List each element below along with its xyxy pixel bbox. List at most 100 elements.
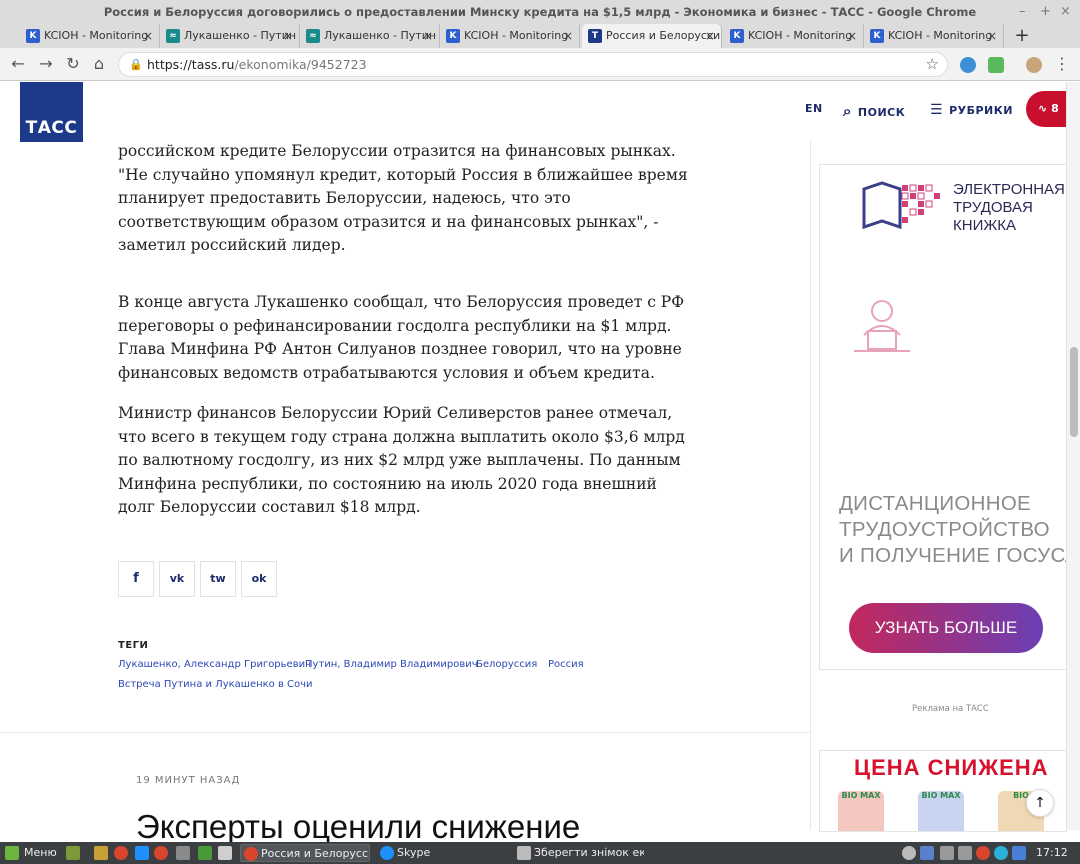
tag-link[interactable]: Россия (548, 659, 584, 670)
tab-kcioh-1[interactable]: K KCIOH - Monitoring × (20, 24, 160, 48)
chrome-icon (244, 847, 258, 861)
search-link[interactable]: ⌕ ПОИСК (843, 102, 905, 120)
tag-link[interactable]: Лукашенко, Александр Григорьевич (118, 659, 311, 670)
tab-kcioh-2[interactable]: K KCIOH - Monitoring × (440, 24, 580, 48)
ad-banner-2[interactable]: ЦЕНА СНИЖЕНА BIO MAX BIO MAX BIO (819, 750, 1067, 832)
menu-kebab-icon[interactable]: ⋮ (1052, 54, 1072, 74)
hamburger-icon: ☰ (930, 102, 944, 118)
address-bar[interactable]: 🔒 https://tass.ru/ekonomika/9452723 ☆ (118, 52, 948, 77)
share-ok-button[interactable]: ok (241, 561, 277, 597)
forward-icon[interactable]: → (36, 54, 56, 74)
tab-lukashenko-2[interactable]: ≈ Лукашенко - Путин × (300, 24, 440, 48)
next-news-title[interactable]: Эксперты оценили снижение (136, 808, 580, 846)
ad-caption: Реклама на ТАСС (912, 704, 989, 714)
article-paragraph: Министр финансов Белоруссии Юрий Селивер… (118, 404, 685, 516)
skype-icon (380, 846, 394, 860)
ad-learn-more-button[interactable]: УЗНАТЬ БОЛЬШЕ (849, 603, 1043, 653)
ad-body-line: ТРУДОУСТРОЙСТВО (839, 518, 1050, 541)
kcioh-favicon-icon: K (26, 29, 40, 43)
maximize-button[interactable]: + (1040, 0, 1051, 24)
product-image: BIO MAX (918, 791, 964, 831)
back-icon[interactable]: ← (8, 54, 28, 74)
extension-icon[interactable] (960, 57, 976, 73)
tab-label: KCIOH - Monitoring (888, 29, 993, 42)
chrome-tray-icon[interactable] (976, 846, 990, 860)
chrome-launcher-icon[interactable] (114, 846, 128, 860)
new-tab-button[interactable]: + (1012, 24, 1032, 48)
page-scrollbar[interactable] (1066, 82, 1080, 830)
facebook-icon: f (133, 571, 139, 586)
book-pixel-icon (862, 181, 940, 230)
clock[interactable]: 17:12 (1030, 844, 1068, 862)
volume-icon[interactable] (958, 846, 972, 860)
tab-close-icon[interactable]: × (987, 24, 997, 48)
ad-banner[interactable]: ЭЛЕКТРОННАЯ ТРУДОВАЯ КНИЖКА ДИСТАНЦИОННО… (819, 164, 1080, 670)
url-path: /ekonomika/9452723 (234, 57, 367, 72)
home-icon[interactable]: ⌂ (89, 54, 109, 74)
lock-icon: 🔒 (129, 58, 143, 71)
share-vk-button[interactable]: vk (159, 561, 195, 597)
share-twitter-button[interactable]: tw (200, 561, 236, 597)
network-icon[interactable] (940, 846, 954, 860)
lang-switch[interactable]: EN (805, 102, 823, 115)
article-paragraph: российском кредите Белоруссии отразится … (118, 142, 688, 254)
tab-close-icon[interactable]: × (143, 24, 153, 48)
close-window-button[interactable]: × (1060, 0, 1071, 24)
ad-title: ЭЛЕКТРОННАЯ ТРУДОВАЯ КНИЖКА (953, 181, 1065, 235)
tray-icon[interactable] (994, 846, 1008, 860)
user-icon[interactable] (902, 846, 916, 860)
live-feed-button[interactable]: ∿ 8 (1026, 91, 1070, 127)
profile-avatar[interactable] (1026, 57, 1042, 73)
ad-title-line: ЭЛЕКТРОННАЯ (953, 181, 1065, 198)
skype-launcher-icon[interactable] (135, 846, 149, 860)
tab-close-icon[interactable]: × (705, 24, 715, 48)
terminal-launcher-icon[interactable] (198, 846, 212, 860)
tass-logo[interactable]: ТАСС (20, 82, 83, 142)
taskbar-window-label: Зберегти знімок ек... (534, 846, 644, 859)
window-title: Россия и Белоруссия договорились о предо… (103, 5, 977, 19)
window-titlebar: Россия и Белоруссия договорились о предо… (0, 0, 1080, 24)
tab-tass-active[interactable]: T Россия и Белоруссия × (582, 24, 722, 48)
scrollbar-thumb[interactable] (1070, 347, 1078, 437)
search-label: ПОИСК (857, 106, 906, 119)
reload-icon[interactable]: ↻ (63, 54, 83, 74)
tags-heading: ТЕГИ (118, 640, 149, 651)
vk-icon: vk (169, 572, 185, 585)
taskbar-window-chrome[interactable]: Россия и Белорусс... (240, 844, 370, 862)
tab-close-icon[interactable]: × (423, 24, 433, 48)
files-launcher-icon[interactable] (176, 846, 190, 860)
tag-link[interactable]: Белоруссия (476, 659, 537, 670)
minimize-button[interactable]: – (1019, 0, 1026, 24)
tab-lukashenko-1[interactable]: ≈ Лукашенко - Путин × (160, 24, 300, 48)
tab-kcioh-3[interactable]: K KCIOH - Monitoring × (724, 24, 864, 48)
extension-icon[interactable] (988, 57, 1004, 73)
kcioh-favicon-icon: K (446, 29, 460, 43)
shield-icon[interactable] (1012, 846, 1026, 860)
scroll-to-top-button[interactable]: ↑ (1026, 789, 1054, 817)
tab-close-icon[interactable]: × (283, 24, 293, 48)
os-taskbar: Меню Россия и Белорусс... Skype Зберегти… (0, 842, 1080, 864)
tab-label: Лукашенко - Путин (184, 29, 297, 42)
tab-kcioh-4[interactable]: K KCIOH - Monitoring × (864, 24, 1004, 48)
rubrics-link[interactable]: ☰ РУБРИКИ (930, 102, 1013, 118)
keyboard-layout-icon[interactable] (920, 846, 934, 860)
tag-link[interactable]: Встреча Путина и Лукашенко в Сочи (118, 679, 313, 690)
news-favicon-icon: ≈ (306, 29, 320, 43)
tab-label: KCIOH - Monitoring (44, 29, 149, 42)
taskbar-window-skype[interactable]: Skype (377, 844, 507, 862)
chrome-launcher-icon[interactable] (154, 846, 168, 860)
tab-close-icon[interactable]: × (563, 24, 573, 48)
taskbar-window-screenshot[interactable]: Зберегти знімок ек... (514, 844, 644, 862)
share-facebook-button[interactable]: f (118, 561, 154, 597)
tab-close-icon[interactable]: × (847, 24, 857, 48)
desktop-icon[interactable] (66, 846, 80, 860)
ad-body: ДИСТАНЦИОННОЕ ТРУДОУСТРОЙСТВО И ПОЛУЧЕНИ… (839, 491, 1080, 569)
editor-launcher-icon[interactable] (218, 846, 232, 860)
ad-body-line: ДИСТАНЦИОННОЕ (839, 492, 1032, 515)
product-image: BIO MAX (838, 791, 884, 831)
start-menu-button[interactable]: Меню (2, 844, 57, 862)
bookmark-star-icon[interactable]: ☆ (926, 53, 939, 76)
tag-link[interactable]: Путин, Владимир Владимирович (305, 659, 478, 670)
tab-label: KCIOH - Monitoring (464, 29, 569, 42)
launcher-icon[interactable] (94, 846, 108, 860)
